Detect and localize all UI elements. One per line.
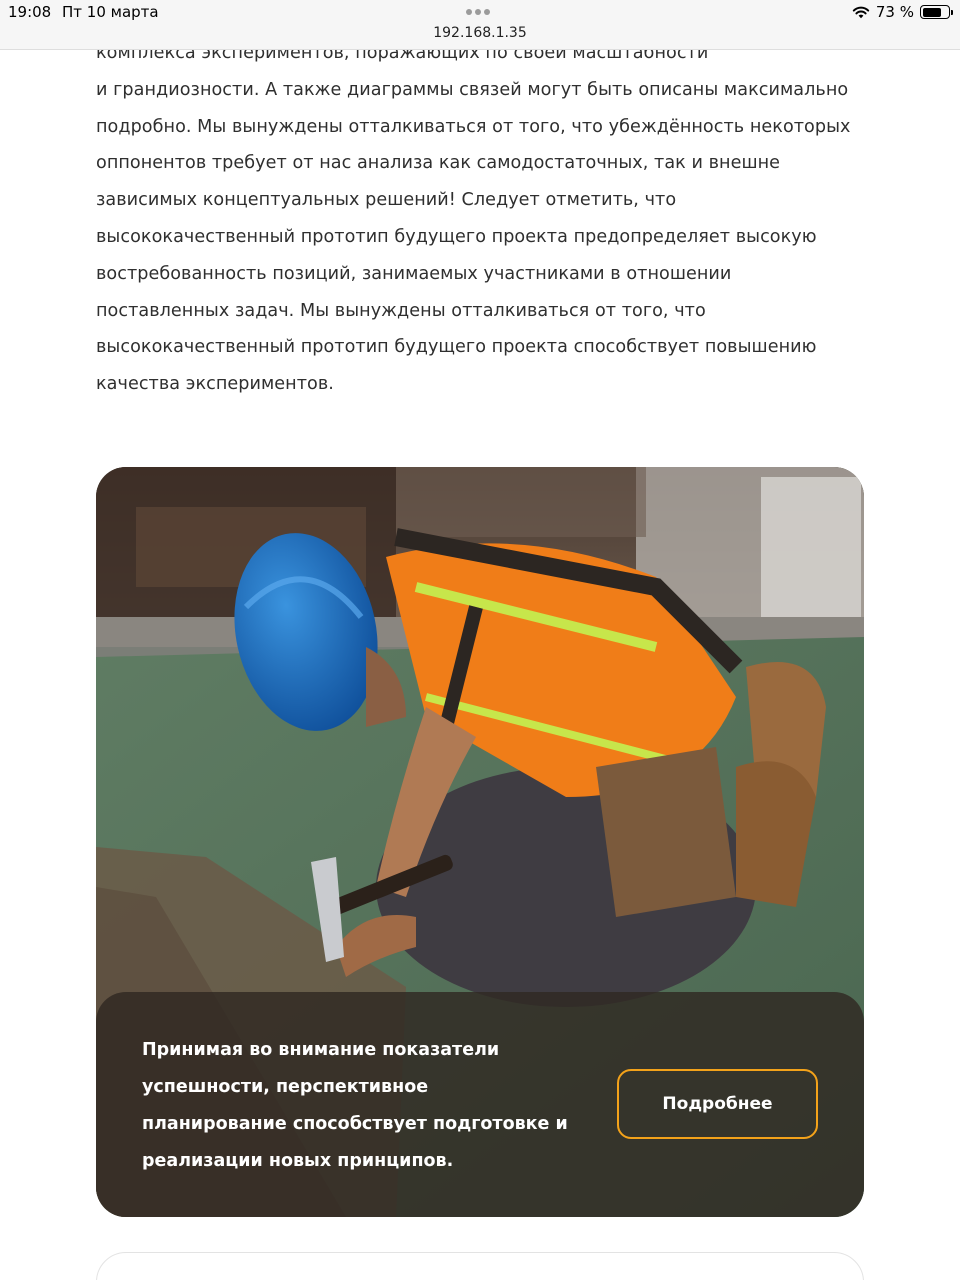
battery-icon bbox=[920, 5, 953, 19]
next-card bbox=[96, 1252, 864, 1280]
card-line: успешности, перспективное bbox=[142, 1077, 429, 1097]
card-overlay: Принимая во внимание показатели успешнос… bbox=[96, 992, 864, 1217]
date: Пт 10 марта bbox=[62, 3, 159, 21]
status-bar: 19:08 Пт 10 марта 192.168.1.35 73 % bbox=[0, 0, 960, 50]
article-line: оппонентов требует от нас анализа как са… bbox=[96, 153, 781, 174]
card-line: планирование способствует подготовке и bbox=[142, 1114, 568, 1134]
article-line: высококачественный прототип будущего про… bbox=[96, 337, 817, 358]
article-line: и грандиозности. А также диаграммы связе… bbox=[96, 79, 849, 100]
card-line: реализации новых принципов. bbox=[142, 1151, 454, 1171]
article-line: поставленных задач. Мы вынуждены отталки… bbox=[96, 300, 706, 321]
status-indicators: 73 % bbox=[852, 3, 953, 21]
article-text: комплекса экспериментов, поражающих по с… bbox=[96, 35, 876, 403]
battery-fill bbox=[922, 7, 941, 17]
multitasking-dots-icon[interactable] bbox=[466, 9, 490, 15]
wifi-icon bbox=[852, 6, 870, 19]
card-line: Принимая во внимание показатели bbox=[142, 1040, 500, 1060]
address-bar[interactable]: 192.168.1.35 bbox=[0, 25, 960, 41]
article-line: подробно. Мы вынуждены отталкиваться от … bbox=[96, 116, 851, 137]
card-description: Принимая во внимание показатели успешнос… bbox=[142, 1032, 582, 1180]
article-line: качества экспериментов. bbox=[96, 374, 334, 395]
article-line: востребованность позиций, занимаемых уча… bbox=[96, 263, 732, 284]
clock: 19:08 bbox=[8, 3, 52, 21]
article-line: высококачественный прототип будущего про… bbox=[96, 226, 817, 247]
promo-card: Принимая во внимание показатели успешнос… bbox=[96, 467, 864, 1217]
battery-percent: 73 % bbox=[875, 3, 914, 21]
page: 19:08 Пт 10 марта 192.168.1.35 73 % комп… bbox=[0, 0, 960, 1280]
more-button[interactable]: Подробнее bbox=[617, 1069, 818, 1139]
article-line: зависимых концептуальных решений! Следуе… bbox=[96, 190, 677, 211]
